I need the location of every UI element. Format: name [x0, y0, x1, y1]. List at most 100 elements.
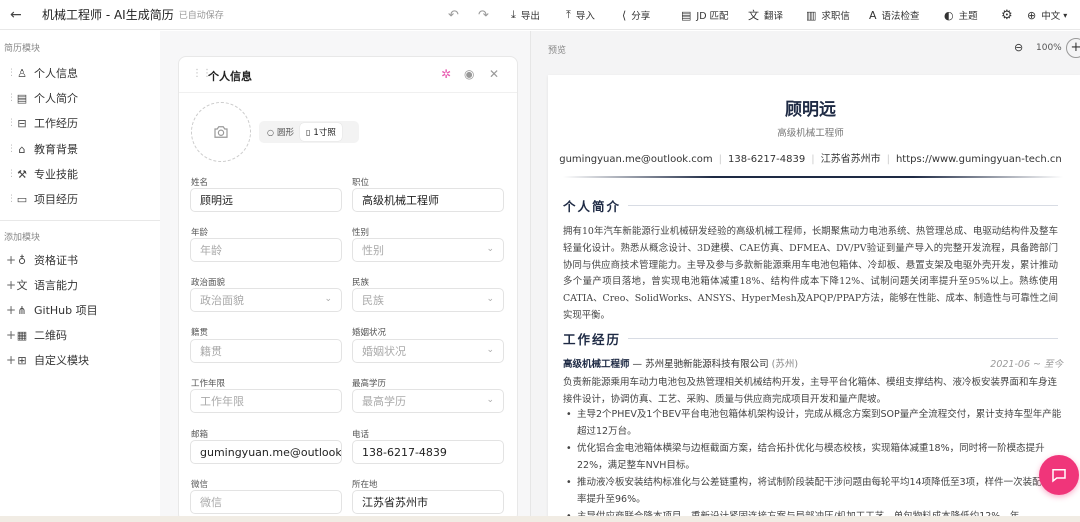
resume-name: 顾明远 — [785, 100, 836, 120]
sidebar-item-experience[interactable]: ⋮ ⊟ 工作经历 — [0, 112, 160, 134]
sidebar-item-skills[interactable]: ⋮ ⚒ 专业技能 — [0, 163, 160, 185]
summary-text: 拥有10年汽车新能源行业机械研发经验的高级机械工程师，长期聚焦动力电池系统、热管… — [563, 226, 1059, 321]
field-label: 姓名 — [191, 178, 209, 188]
close-icon[interactable]: ✕ — [489, 67, 499, 81]
resume-paper: 顾明远 高级机械工程师 gumingyuan.me@outlook.com | 13… — [548, 75, 1080, 522]
add-module-github[interactable]: + ⋔ GitHub 项目 — [0, 299, 160, 321]
name-input[interactable]: 顾明远 — [190, 188, 342, 212]
personal-info-card: ⋮⋮ 个人信息 ✲ ◉ ✕ ○ 圆形 ▯ 1寸照 姓名 顾明远 职位 高级机械工程师… — [178, 56, 518, 522]
photo-upload[interactable] — [191, 102, 251, 162]
job-header: 高级机械工程师 — 苏州星驰新能源科技有限公司 (苏州) 2021-06 ~ 至… — [563, 356, 1063, 370]
zoom-out-icon[interactable]: ⊖ — [1014, 41, 1023, 54]
plus-icon: + — [6, 278, 17, 292]
sidebar-item-personal-info[interactable]: ⋮ ♙ 个人信息 — [0, 62, 160, 84]
job-location: (苏州) — [771, 359, 799, 370]
chevron-down-icon: ⌄ — [486, 395, 494, 405]
section-rule — [628, 338, 1058, 339]
add-module-qrcode[interactable]: + ▦ 二维码 — [0, 324, 160, 346]
field-label: 职位 — [352, 178, 370, 188]
graduation-cap-icon: ⌂ — [18, 142, 26, 156]
chevron-down-icon: ▾ — [1063, 10, 1068, 20]
field-label: 电话 — [352, 430, 370, 440]
palette-icon: ◐ — [944, 8, 954, 22]
file-text-icon: ▤ — [16, 91, 28, 105]
theme-button[interactable]: ◐ 主题 — [944, 7, 978, 23]
wrench-icon: ⚒ — [17, 167, 27, 181]
chevron-down-icon: ⌄ — [324, 294, 332, 304]
sidebar-item-projects[interactable]: ⋮ ▭ 项目经历 — [0, 188, 160, 210]
position-input[interactable]: 高级机械工程师 — [352, 188, 504, 212]
job-dash: — — [632, 359, 643, 370]
jd-match-button[interactable]: ▤ JD 匹配 — [681, 7, 729, 23]
marital-status-select[interactable]: 婚姻状况 ⌄ — [352, 339, 504, 363]
drag-handle-icon[interactable]: ⋮ — [0, 144, 16, 154]
email-input[interactable]: gumingyuan.me@outlook. — [190, 440, 342, 464]
add-module-certificates[interactable]: + ♁ 资格证书 — [0, 249, 160, 271]
gear-icon: ⚙ — [1001, 7, 1013, 23]
contact-phone: 138-6217-4839 — [728, 154, 806, 165]
share-button[interactable]: ⟨ 分享 — [622, 7, 650, 23]
zoom-in-icon[interactable]: + — [1066, 38, 1080, 58]
briefcase-icon: ⊟ — [17, 116, 27, 130]
shape-option-portrait[interactable]: ▯ 1寸照 — [300, 123, 342, 141]
qrcode-icon: ▦ — [16, 328, 28, 342]
plus-icon: + — [6, 253, 17, 267]
field-label: 邮箱 — [191, 430, 209, 440]
sidebar-divider — [0, 220, 160, 221]
export-button[interactable]: ⤓ 导出 — [511, 7, 540, 23]
field-label: 政治面貌 — [191, 278, 226, 288]
contact-email: gumingyuan.me@outlook.com — [559, 154, 713, 165]
photo-shape-toggle: ○ 圆形 ▯ 1寸照 — [259, 121, 359, 143]
experience-heading: 工作经历 — [563, 332, 622, 347]
drag-handle-icon[interactable]: ⋮ — [0, 68, 16, 78]
job-title: 高级机械工程师 — [563, 359, 630, 370]
user-icon: ♙ — [17, 66, 27, 80]
add-module-custom[interactable]: + ⊞ 自定义模块 — [0, 349, 160, 371]
header-divider — [563, 176, 1063, 178]
module-sidebar: 简历模块 ⋮ ♙ 个人信息 ⋮ ▤ 个人简介 ⋮ ⊟ 工作经历 ⋮ ⌂ 教育背景… — [0, 31, 160, 522]
sidebar-item-summary[interactable]: ⋮ ▤ 个人简介 — [0, 87, 160, 109]
redo-icon[interactable]: ↷ — [478, 8, 489, 23]
language-select[interactable]: ⊕ 中文 ▾ — [1027, 7, 1067, 23]
drag-handle-icon[interactable]: ⋮ — [0, 93, 16, 103]
arrow-left-icon[interactable]: ← — [10, 8, 24, 22]
job-bullet: 推动液冷板安装结构标准化与公差链重构，将试制阶段装配干涉问题由每轮平均14项降低… — [564, 475, 1064, 508]
portrait-icon: ▯ — [306, 127, 311, 137]
bottom-strip — [0, 516, 1080, 522]
political-status-select[interactable]: 政治面貌 ⌄ — [190, 288, 342, 312]
location-input[interactable]: 江苏省苏州市 — [352, 490, 504, 514]
phone-input[interactable]: 138-6217-4839 — [352, 440, 504, 464]
upload-icon: ⤒ — [566, 8, 571, 21]
sidebar-item-education[interactable]: ⋮ ⌂ 教育背景 — [0, 138, 160, 160]
ethnicity-select[interactable]: 民族 ⌄ — [352, 288, 504, 312]
work-years-input[interactable]: 工作年限 — [190, 389, 342, 413]
cover-letter-button[interactable]: ▥ 求职信 — [806, 7, 850, 23]
grammar-check-button[interactable]: A 语法检查 — [869, 7, 920, 23]
shape-option-circle[interactable]: ○ 圆形 — [261, 123, 300, 141]
undo-icon[interactable]: ↶ — [448, 8, 459, 23]
settings-button[interactable]: ⚙ — [1001, 7, 1018, 23]
education-level-select[interactable]: 最高学历 ⌄ — [352, 389, 504, 413]
drag-handle-icon[interactable]: ⋮ — [0, 194, 16, 204]
sidebar-section-title: 简历模块 — [4, 44, 41, 54]
drag-handle-icon[interactable]: ⋮ — [0, 118, 16, 128]
wechat-input[interactable]: 微信 — [190, 490, 342, 514]
gender-select[interactable]: 性别 ⌄ — [352, 238, 504, 262]
code-icon: ⋔ — [17, 303, 27, 317]
field-label: 年龄 — [191, 228, 209, 238]
eye-icon[interactable]: ◉ — [464, 67, 474, 81]
translate-button[interactable]: 文翻译 — [748, 7, 783, 23]
folder-icon: ▭ — [16, 192, 28, 206]
drag-handle-icon[interactable]: ⋮ — [0, 169, 16, 179]
hometown-input[interactable]: 籍贯 — [190, 339, 342, 363]
job-bullet: 优化铝合金电池箱体横梁与边框截面方案，结合拓扑优化与模态校核，实现箱体减重18%… — [564, 441, 1064, 474]
card-header: ⋮⋮ 个人信息 ✲ ◉ ✕ — [179, 57, 517, 93]
save-status: 已自动保存 — [178, 11, 224, 21]
age-input[interactable]: 年龄 — [190, 238, 342, 262]
letter-icon: ▥ — [806, 8, 817, 22]
ai-sparkle-icon[interactable]: ✲ — [441, 67, 451, 81]
import-button[interactable]: ⤒ 导入 — [566, 7, 595, 23]
add-module-languages[interactable]: + 文 语言能力 — [0, 274, 160, 296]
job-company: 苏州星驰新能源科技有限公司 — [645, 359, 769, 370]
chat-button[interactable] — [1039, 455, 1079, 495]
